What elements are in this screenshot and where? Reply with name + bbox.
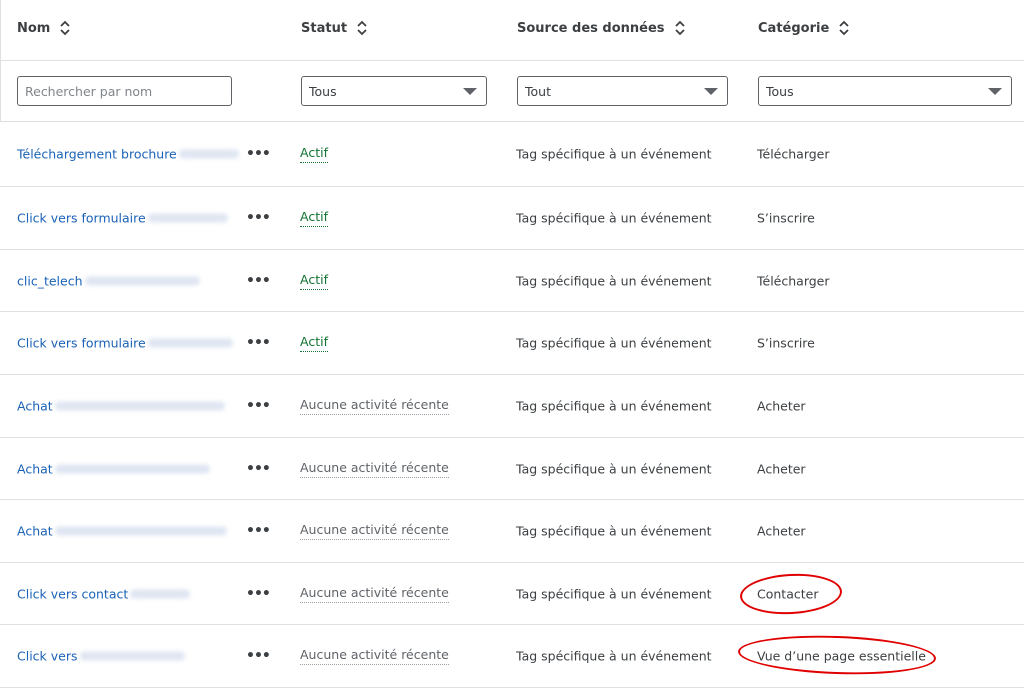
sort-icon[interactable]: [59, 20, 71, 36]
status-label[interactable]: Aucune activité récente: [300, 585, 449, 603]
dropdown-arrow-icon: [988, 88, 1002, 95]
redacted-text: [54, 526, 227, 536]
category: S’inscrire: [757, 210, 815, 226]
status-label[interactable]: Actif: [300, 145, 328, 163]
sort-icon[interactable]: [356, 20, 368, 36]
data-source: Tag spécifique à un événement: [516, 523, 712, 539]
conversion-name-link[interactable]: Click vers formulaire: [17, 336, 233, 351]
header-status-label: Statut: [301, 20, 348, 36]
dropdown-arrow-icon: [704, 88, 718, 95]
status-label[interactable]: Aucune activité récente: [300, 397, 449, 415]
table-header: Nom Statut Source des données Catégorie: [1, 0, 1024, 61]
data-source: Tag spécifique à un événement: [516, 461, 712, 476]
conversion-name[interactable]: Click vers: [17, 649, 78, 664]
header-name[interactable]: Nom: [17, 20, 71, 36]
status-label[interactable]: Actif: [300, 272, 328, 290]
redacted-text: [178, 149, 239, 159]
conversion-name-link[interactable]: Achat: [17, 461, 210, 476]
conversion-name[interactable]: Achat: [17, 399, 53, 414]
header-category-label: Catégorie: [758, 20, 830, 36]
redacted-text: [147, 338, 233, 348]
more-actions-icon[interactable]: •••: [246, 398, 271, 414]
redacted-text: [54, 401, 225, 411]
status-label[interactable]: Aucune activité récente: [300, 460, 449, 478]
table-row: clic_telech ••• Actif Tag spécifique à u…: [0, 250, 1024, 312]
table-row: Téléchargement brochure ••• Actif Tag sp…: [0, 122, 1024, 187]
category: Acheter: [757, 523, 806, 539]
conversion-name[interactable]: Click vers formulaire: [17, 211, 146, 226]
category: Acheter: [757, 461, 806, 476]
source-filter-select[interactable]: Tout: [517, 76, 728, 106]
sort-icon[interactable]: [674, 20, 686, 36]
category: Télécharger: [757, 273, 830, 288]
search-input[interactable]: [17, 76, 232, 106]
conversion-name-link[interactable]: Click vers contact: [17, 586, 191, 601]
redacted-text: [130, 589, 191, 598]
more-actions-icon[interactable]: •••: [246, 146, 271, 162]
more-actions-icon[interactable]: •••: [246, 210, 271, 226]
sort-icon[interactable]: [838, 20, 850, 36]
conversion-name[interactable]: Click vers contact: [17, 586, 128, 601]
conversion-name[interactable]: Téléchargement brochure: [17, 147, 177, 162]
conversion-name-link[interactable]: Achat: [17, 524, 227, 539]
conversion-name[interactable]: Click vers formulaire: [17, 336, 146, 351]
conversion-name[interactable]: Achat: [17, 461, 53, 476]
status-label[interactable]: Aucune activité récente: [300, 647, 449, 665]
category-filter-value: Tous: [766, 83, 794, 99]
data-source: Tag spécifique à un événement: [516, 398, 712, 414]
more-actions-icon[interactable]: •••: [246, 273, 271, 289]
header-category[interactable]: Catégorie: [758, 20, 850, 36]
table-row: Click vers formulaire ••• Actif Tag spéc…: [0, 187, 1024, 250]
conversion-name[interactable]: clic_telech: [17, 273, 83, 288]
data-source: Tag spécifique à un événement: [516, 648, 712, 664]
status-label[interactable]: Actif: [300, 209, 328, 227]
table-row: Click vers contact ••• Aucune activité r…: [0, 563, 1024, 625]
more-actions-icon[interactable]: •••: [246, 648, 271, 664]
header-source[interactable]: Source des données: [517, 20, 686, 36]
redacted-text: [54, 464, 210, 473]
status-filter-select[interactable]: Tous: [301, 76, 487, 106]
table-row: Achat ••• Aucune activité récente Tag sp…: [0, 375, 1024, 438]
status-label[interactable]: Actif: [300, 334, 328, 352]
data-source: Tag spécifique à un événement: [516, 335, 712, 351]
source-filter-value: Tout: [525, 83, 551, 99]
header-source-label: Source des données: [517, 20, 665, 36]
data-source: Tag spécifique à un événement: [516, 586, 712, 601]
dropdown-arrow-icon: [463, 88, 477, 95]
more-actions-icon[interactable]: •••: [246, 586, 271, 602]
conversions-table: Nom Statut Source des données Catégorie …: [0, 0, 1024, 122]
redacted-text: [84, 276, 200, 285]
category-filter-select[interactable]: Tous: [758, 76, 1012, 106]
header-name-label: Nom: [17, 20, 51, 36]
conversion-name-link[interactable]: clic_telech: [17, 273, 200, 288]
table-row: Achat ••• Aucune activité récente Tag sp…: [0, 438, 1024, 500]
header-status[interactable]: Statut: [301, 20, 368, 36]
conversion-name[interactable]: Achat: [17, 524, 53, 539]
data-source: Tag spécifique à un événement: [516, 210, 712, 226]
more-actions-icon[interactable]: •••: [246, 461, 271, 477]
more-actions-icon[interactable]: •••: [246, 335, 271, 351]
conversion-name-link[interactable]: Achat: [17, 399, 225, 414]
data-source: Tag spécifique à un événement: [516, 273, 712, 288]
redacted-text: [79, 651, 185, 661]
category: Acheter: [757, 398, 806, 414]
more-actions-icon[interactable]: •••: [246, 523, 271, 539]
table-row: Achat ••• Aucune activité récente Tag sp…: [0, 500, 1024, 563]
redacted-text: [147, 213, 228, 223]
status-label[interactable]: Aucune activité récente: [300, 522, 449, 540]
category: S’inscrire: [757, 335, 815, 351]
conversion-name-link[interactable]: Click vers: [17, 649, 185, 664]
conversion-name-link[interactable]: Téléchargement brochure: [17, 147, 239, 162]
filter-row: Tous Tout Tous: [1, 61, 1024, 122]
status-filter-value: Tous: [309, 83, 337, 99]
data-source: Tag spécifique à un événement: [516, 146, 712, 162]
conversion-name-link[interactable]: Click vers formulaire: [17, 211, 228, 226]
table-row: Click vers formulaire ••• Actif Tag spéc…: [0, 312, 1024, 375]
category: Télécharger: [757, 146, 830, 162]
